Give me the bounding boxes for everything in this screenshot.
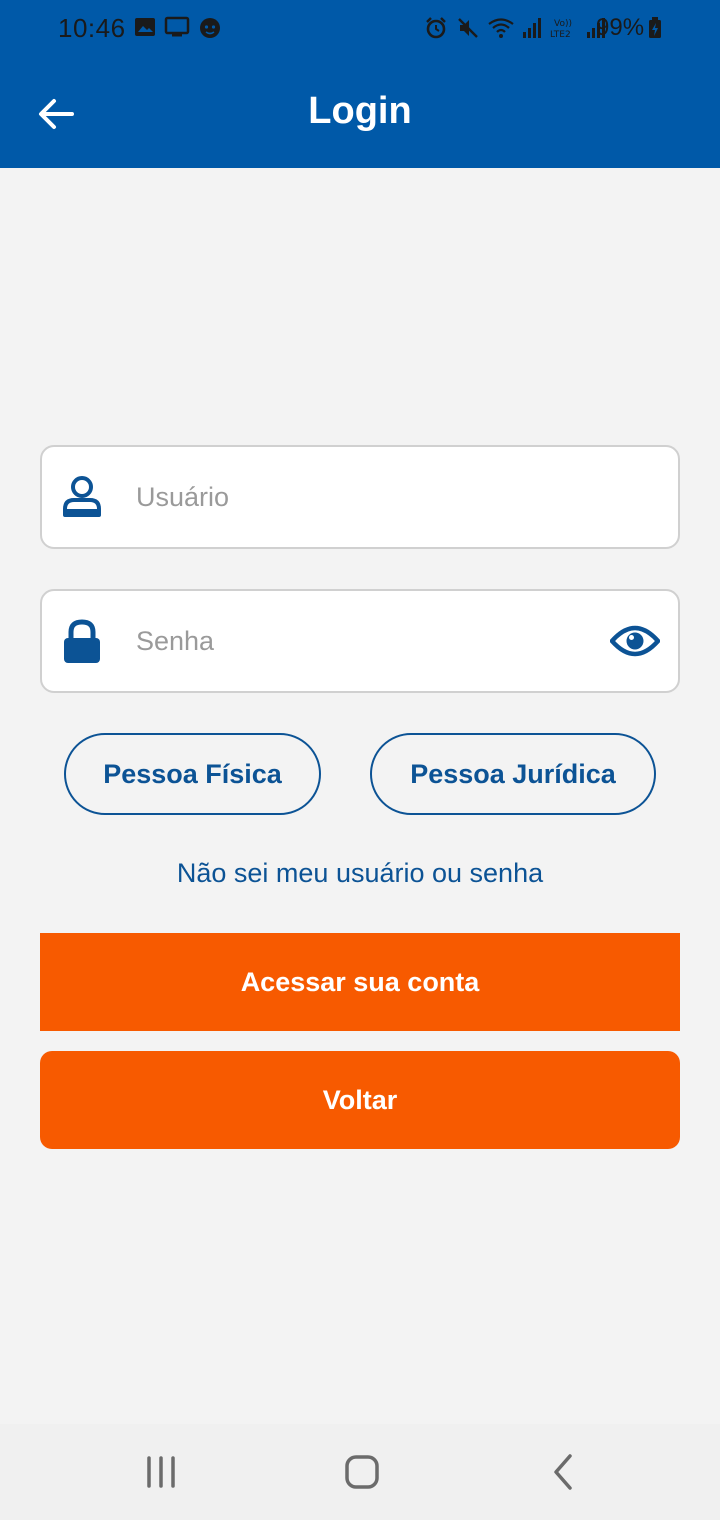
svg-text:LTE2: LTE2 — [550, 30, 571, 40]
volte-lte2-icon: Vo)) LTE2 — [550, 19, 572, 40]
back-icon[interactable] — [542, 1452, 586, 1492]
wifi-icon — [488, 18, 514, 38]
page-title: Login — [308, 90, 412, 132]
status-left-icons — [134, 16, 222, 40]
cast-icon — [164, 16, 190, 37]
app-bar: 10:46 Vo)) LTE2 99% Login — [0, 0, 720, 168]
svg-text:Vo)): Vo)) — [554, 19, 572, 29]
gallery-icon — [135, 18, 155, 36]
password-field-container[interactable] — [40, 589, 680, 693]
home-icon[interactable] — [340, 1452, 384, 1492]
lock-icon — [64, 619, 100, 663]
alarm-icon — [426, 17, 446, 39]
battery-charging-icon — [649, 17, 661, 38]
face-icon — [200, 18, 220, 38]
status-right-icons: Vo)) LTE2 — [424, 16, 606, 40]
password-input[interactable] — [136, 613, 576, 669]
signal-icon — [523, 18, 541, 38]
recents-icon[interactable] — [139, 1452, 183, 1492]
status-time: 10:46 — [58, 13, 126, 43]
pessoa-fisica-button[interactable]: Pessoa Física — [64, 733, 321, 815]
pessoa-juridica-button[interactable]: Pessoa Jurídica — [370, 733, 656, 815]
username-input[interactable] — [136, 469, 576, 525]
eye-icon[interactable] — [610, 623, 660, 659]
back-button[interactable]: Voltar — [40, 1051, 680, 1149]
forgot-credentials-link[interactable]: Não sei meu usuário ou senha — [0, 858, 720, 889]
user-icon — [63, 476, 101, 517]
mute-icon — [458, 18, 478, 38]
login-button[interactable]: Acessar sua conta — [40, 933, 680, 1031]
status-bar: 10:46 Vo)) LTE2 99% — [0, 0, 720, 58]
battery-level: 99% — [596, 14, 645, 41]
username-field-container[interactable] — [40, 445, 680, 549]
system-nav-bar — [0, 1424, 720, 1520]
